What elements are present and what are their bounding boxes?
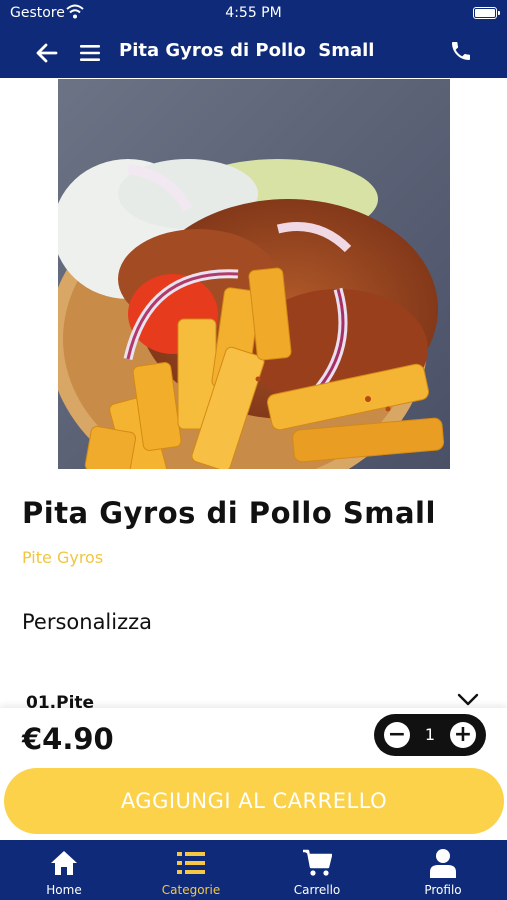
status-bar: Gestore 4:55 PM — [0, 0, 507, 28]
cart-icon — [303, 849, 332, 876]
increase-quantity-button[interactable]: + — [450, 722, 476, 748]
hamburger-menu-icon[interactable] — [78, 40, 102, 66]
tab-carrello-label: Carrello — [293, 883, 341, 897]
home-icon — [51, 851, 77, 875]
status-time: 4:55 PM — [225, 5, 282, 21]
customize-heading: Personalizza — [22, 610, 153, 634]
quantity-value: 1 — [424, 725, 436, 744]
app-header: Pita Gyros di Pollo Small — [0, 28, 507, 78]
tab-home[interactable]: Home — [19, 840, 109, 900]
page-title: Pita Gyros di Pollo Small — [119, 40, 375, 61]
tab-profilo-label: Profilo — [424, 883, 462, 897]
phone-icon[interactable] — [449, 39, 473, 63]
price-label: €4.90 — [22, 722, 114, 756]
battery-icon — [473, 7, 500, 19]
tab-bar: Home Categorie Carrello Profilo — [0, 840, 507, 900]
tab-categorie-label: Categorie — [161, 883, 221, 897]
decrease-quantity-button[interactable]: − — [384, 722, 410, 748]
user-icon — [430, 849, 456, 878]
tab-categorie[interactable]: Categorie — [146, 840, 236, 900]
quantity-stepper: − 1 + — [374, 714, 486, 756]
tab-carrello[interactable]: Carrello — [272, 840, 362, 900]
chevron-down-icon[interactable] — [457, 693, 479, 707]
tab-home-label: Home — [46, 883, 82, 897]
product-category-link[interactable]: Pite Gyros — [22, 548, 103, 567]
add-to-cart-button[interactable]: AGGIUNGI AL CARRELLO — [4, 768, 504, 834]
tab-profilo[interactable]: Profilo — [398, 840, 488, 900]
list-icon — [177, 852, 205, 874]
arrow-left-icon[interactable] — [34, 40, 60, 66]
product-image — [58, 79, 450, 469]
product-title: Pita Gyros di Pollo Small — [22, 496, 436, 530]
purchase-panel: €4.90 − 1 + AGGIUNGI AL CARRELLO — [0, 708, 507, 840]
